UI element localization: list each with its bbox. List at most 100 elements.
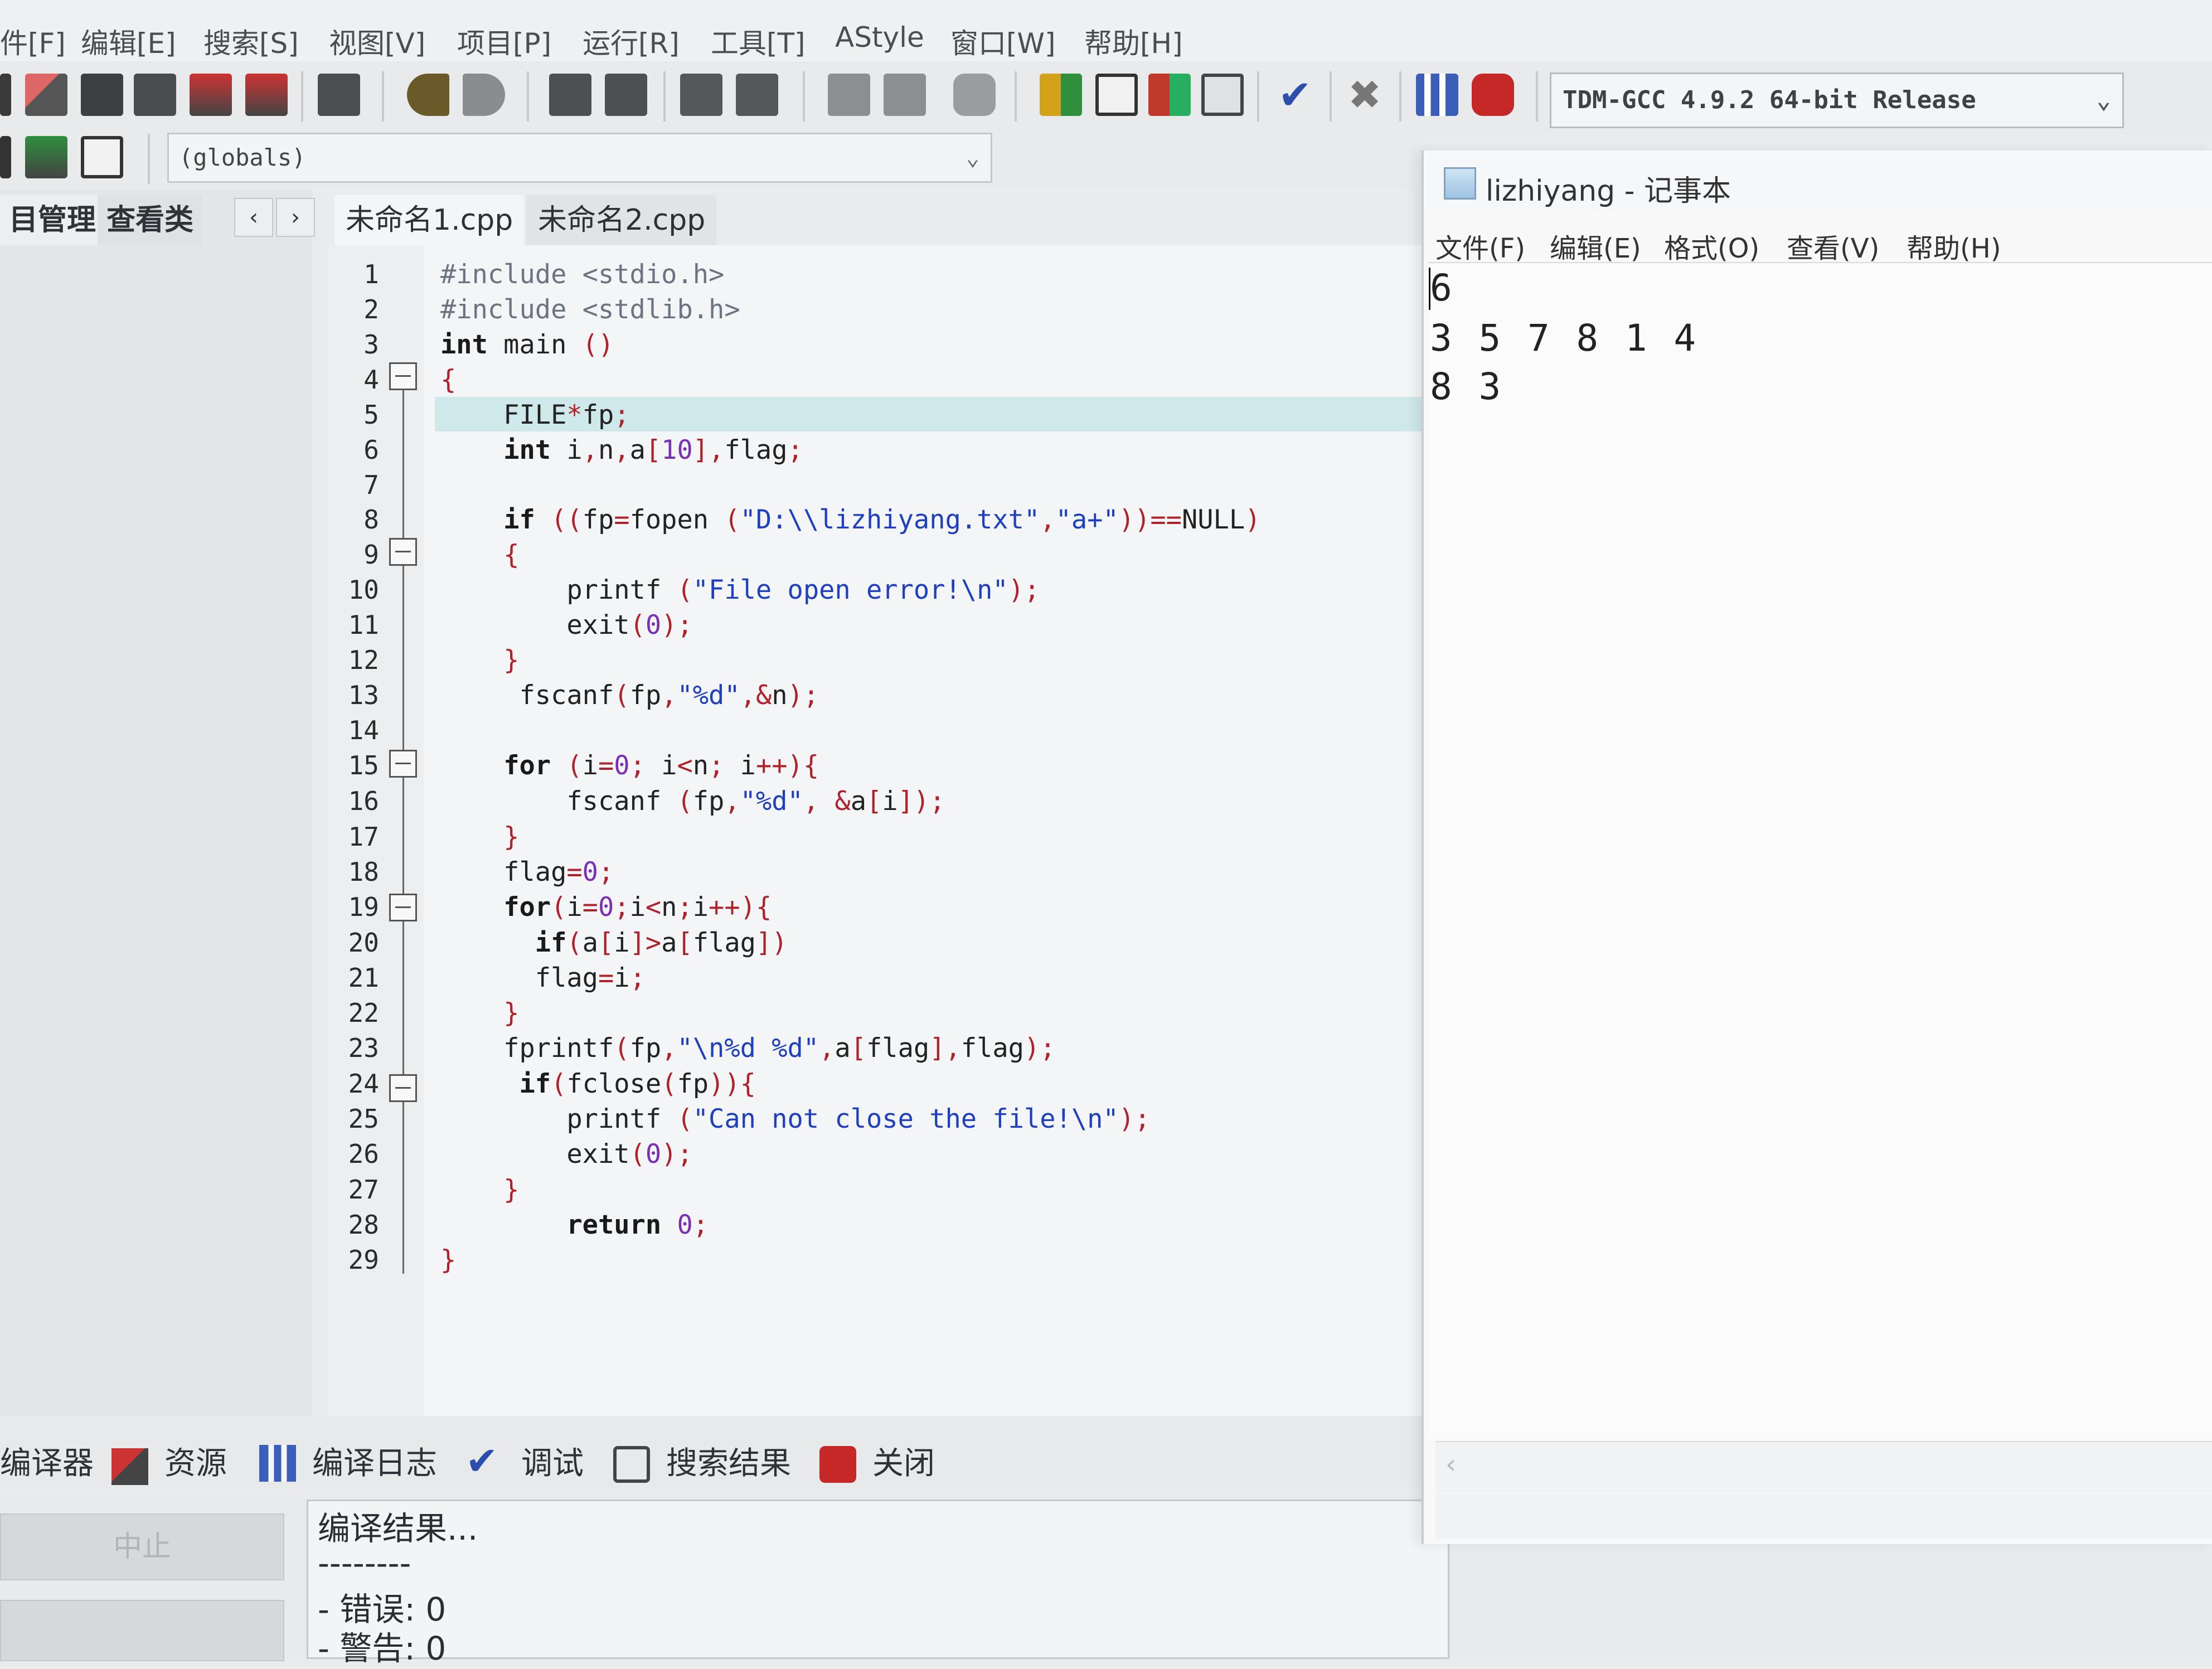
save-all-icon[interactable] (134, 74, 176, 116)
scope-select[interactable]: (globals) ⌄ (167, 133, 992, 183)
notepad-statusbar (1435, 1494, 2212, 1539)
menu-tools[interactable]: 工具[T] (711, 21, 806, 61)
menu-file[interactable]: 件[F] (0, 21, 66, 61)
code-line[interactable]: exit(0); (440, 1139, 692, 1170)
tab-class-view[interactable]: 查看类 (98, 195, 203, 245)
fold-toggle-icon[interactable] (389, 750, 417, 778)
open-icon[interactable] (25, 74, 67, 116)
code-line[interactable]: int main () (440, 329, 614, 360)
code-line[interactable]: { (440, 365, 456, 395)
close-file-icon[interactable] (190, 74, 232, 116)
menu-view[interactable]: 视图[V] (329, 21, 425, 61)
notepad-menu-format[interactable]: 格式(O) (1664, 226, 1759, 265)
project-icon[interactable] (0, 136, 11, 178)
chevron-left-icon[interactable]: ‹ (234, 198, 273, 237)
code-line[interactable]: if(fclose(fp)){ (440, 1069, 755, 1099)
find-icon[interactable] (549, 74, 591, 116)
tab-search-results[interactable]: 搜索结果 (666, 1438, 791, 1483)
window-icon[interactable] (1095, 74, 1138, 116)
resources-icon (111, 1448, 148, 1485)
grid-icon[interactable] (1201, 74, 1244, 116)
redo-icon[interactable] (463, 74, 505, 116)
code-line[interactable]: printf ("File open error!\n"); (440, 575, 1040, 605)
line-number: 6 (363, 435, 379, 465)
code-line[interactable]: flag=0; (440, 857, 614, 887)
notepad-menu-help[interactable]: 帮助(H) (1907, 226, 2001, 265)
code-line[interactable]: fscanf(fp,"%d",&n); (440, 680, 819, 711)
compiler-select[interactable]: TDM-GCC 4.9.2 64-bit Release ⌄ (1550, 72, 2124, 128)
tab-close[interactable]: 关闭 (872, 1438, 935, 1483)
code-line[interactable]: flag=i; (440, 963, 646, 993)
tab-resources[interactable]: 资源 (164, 1438, 227, 1483)
code-line[interactable]: } (440, 998, 519, 1028)
toggle-icon[interactable] (81, 136, 123, 178)
fold-toggle-icon[interactable] (389, 894, 417, 921)
line-number: 22 (348, 998, 379, 1028)
code-line[interactable]: } (440, 1245, 456, 1275)
bookmark-next-icon[interactable] (884, 74, 926, 116)
code-line[interactable]: fprintf(fp,"\n%d %d",a[flag],flag); (440, 1033, 1055, 1064)
tab-compiler[interactable]: 编译器 (0, 1438, 94, 1483)
project-new-icon[interactable] (1040, 74, 1082, 116)
chevron-left-icon[interactable]: ‹ (1445, 1449, 1456, 1480)
code-line[interactable]: FILE*fp; (440, 400, 629, 430)
menu-edit[interactable]: 编辑[E] (81, 21, 176, 61)
code-line[interactable]: if(a[i]>a[flag]) (440, 928, 788, 958)
code-line[interactable]: } (440, 822, 519, 852)
tab-debug[interactable]: 调试 (521, 1438, 584, 1483)
save-icon[interactable] (81, 74, 123, 116)
unindent-icon[interactable] (736, 74, 778, 116)
chevron-right-icon[interactable]: › (276, 198, 315, 237)
new-icon[interactable] (0, 74, 11, 116)
code-line[interactable]: return 0; (440, 1210, 709, 1240)
code-line[interactable]: for(i=0;i<n;i++){ (440, 892, 772, 923)
chart-icon[interactable] (1416, 74, 1458, 116)
notepad-menu-view[interactable]: 查看(V) (1787, 226, 1879, 265)
check-icon[interactable]: ✔ (1274, 74, 1316, 116)
code-line[interactable]: printf ("Can not close the file!\n"); (440, 1104, 1150, 1134)
menu-search[interactable]: 搜索[S] (203, 21, 299, 61)
code-line[interactable]: } (440, 645, 519, 676)
code-line[interactable]: for (i=0; i<n; i++){ (440, 750, 819, 781)
bottom-option-button[interactable] (0, 1600, 284, 1661)
tab-file-2[interactable]: 未命名2.cpp (527, 195, 717, 245)
fold-toggle-icon[interactable] (389, 1074, 417, 1102)
code-line[interactable]: #include <stdio.h> (440, 259, 724, 290)
class-browser-icon[interactable] (1148, 74, 1191, 116)
notepad-menu-edit[interactable]: 编辑(E) (1550, 226, 1641, 265)
undo-icon[interactable] (407, 74, 449, 116)
replace-icon[interactable] (605, 74, 647, 116)
notepad-text-area[interactable] (1428, 262, 2212, 1439)
goto-icon[interactable] (953, 74, 996, 116)
code-line[interactable]: exit(0); (440, 610, 692, 641)
code-line[interactable]: { (440, 540, 519, 570)
horizontal-scrollbar[interactable]: ‹ (1435, 1441, 2212, 1492)
print-icon[interactable] (318, 74, 360, 116)
notepad-line: 8 3 (1430, 365, 1503, 408)
abort-button[interactable]: 中止 (0, 1513, 284, 1580)
line-number: 24 (348, 1069, 379, 1099)
fold-toggle-icon[interactable] (389, 362, 417, 390)
insert-icon[interactable] (25, 136, 67, 178)
code-line[interactable]: fscanf (fp,"%d", &a[i]); (440, 786, 945, 817)
code-line[interactable]: #include <stdlib.h> (440, 294, 740, 325)
fold-toggle-icon[interactable] (389, 538, 417, 566)
notepad-menu-file[interactable]: 文件(F) (1435, 226, 1525, 265)
menu-window[interactable]: 窗口[W] (950, 21, 1055, 61)
tab-file-1[interactable]: 未命名1.cpp (334, 195, 525, 245)
profile-delete-icon[interactable] (1472, 74, 1514, 116)
menu-help[interactable]: 帮助[H] (1084, 21, 1183, 61)
bookmark-prev-icon[interactable] (828, 74, 870, 116)
indent-icon[interactable] (680, 74, 722, 116)
chevron-down-icon: ⌄ (966, 145, 979, 171)
code-line[interactable]: if ((fp=fopen ("D:\\lizhiyang.txt","a+")… (440, 504, 1260, 535)
menu-astyle[interactable]: AStyle (835, 21, 924, 54)
code-line[interactable]: } (440, 1175, 519, 1205)
menu-run[interactable]: 运行[R] (583, 21, 680, 61)
tab-compile-log[interactable]: 编译日志 (312, 1438, 437, 1483)
stop-icon[interactable]: ✖ (1343, 74, 1386, 116)
menu-project[interactable]: 项目[P] (457, 21, 551, 61)
close-all-icon[interactable] (245, 74, 288, 116)
tab-project-manager[interactable]: 目管理 (0, 195, 105, 245)
code-line[interactable]: int i,n,a[10],flag; (440, 435, 803, 465)
